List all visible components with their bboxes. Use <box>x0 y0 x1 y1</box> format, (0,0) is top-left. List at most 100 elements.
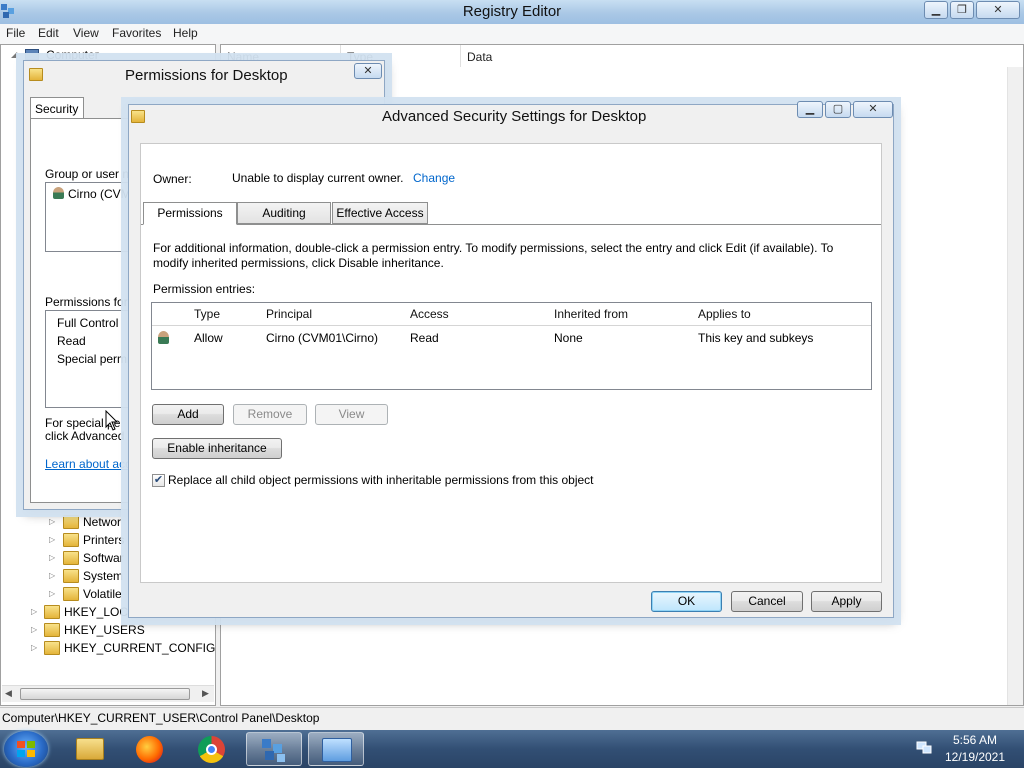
replace-child-permissions-label[interactable]: Replace all child object permissions wit… <box>168 473 594 487</box>
taskbar-chrome[interactable] <box>184 732 240 766</box>
close-icon: ✕ <box>868 103 878 115</box>
minimize-icon: ▁ <box>931 4 941 16</box>
menu-favorites[interactable]: Favorites <box>112 26 161 40</box>
expand-icon[interactable]: ▷ <box>31 643 39 653</box>
perm-read: Read <box>57 334 86 348</box>
taskbar-explorer[interactable] <box>62 732 118 766</box>
column-inherited-from[interactable]: Inherited from <box>554 307 628 321</box>
tab-permissions[interactable]: Permissions <box>143 202 237 225</box>
minimize-icon: ▁ <box>805 103 815 115</box>
tree-item-label: HKEY_LOC <box>64 605 129 619</box>
menu-help[interactable]: Help <box>173 26 198 40</box>
owner-change-link[interactable]: Change <box>413 171 455 185</box>
replace-child-permissions-checkbox[interactable]: ✔ <box>152 474 165 487</box>
taskbar-regedit[interactable] <box>246 732 302 766</box>
owner-label: Owner: <box>153 172 192 186</box>
tab-divider <box>141 224 881 225</box>
firefox-icon <box>136 736 163 763</box>
scroll-thumb[interactable] <box>20 688 190 700</box>
tab-security[interactable]: Security <box>30 97 84 119</box>
scroll-right-icon[interactable]: ▶ <box>202 688 209 699</box>
advanced-security-content: Owner: Unable to display current owner. … <box>140 143 882 583</box>
tree-item-hkcc[interactable]: ▷ HKEY_CURRENT_CONFIG <box>1 640 215 658</box>
expand-icon[interactable]: ▷ <box>49 571 57 581</box>
entry-principal: Cirno (CVM01\Cirno) <box>266 331 379 345</box>
network-icon[interactable] <box>916 741 932 755</box>
registry-editor-titlebar[interactable]: Registry Editor ▁ ❐ ✕ <box>0 0 1024 24</box>
folder-icon <box>44 605 60 619</box>
adv-maximize-button[interactable]: ▢ <box>825 101 851 118</box>
taskbar <box>0 730 1024 768</box>
column-applies-to[interactable]: Applies to <box>698 307 751 321</box>
add-button[interactable]: Add <box>152 404 224 425</box>
entry-access: Read <box>410 331 439 345</box>
adv-minimize-button[interactable]: ▁ <box>797 101 823 118</box>
restore-button[interactable]: ❐ <box>950 1 974 19</box>
tree-item-label: Softwar <box>83 551 124 565</box>
clock-date[interactable]: 12/19/2021 <box>940 750 1010 764</box>
user-icon <box>53 187 64 199</box>
apply-button[interactable]: Apply <box>811 591 882 612</box>
computer-icon <box>25 49 39 60</box>
tree-item-label: Printers <box>83 533 125 547</box>
tree-item-label: HKEY_CURRENT_CONFIG <box>64 641 216 655</box>
permissions-close-button[interactable]: ✕ <box>354 63 382 79</box>
start-button[interactable] <box>4 731 48 767</box>
tree-horizontal-scrollbar[interactable]: ◀ ▶ <box>2 685 214 702</box>
folder-icon <box>131 110 145 123</box>
expand-icon[interactable]: ▷ <box>49 535 57 545</box>
tab-auditing[interactable]: Auditing <box>237 202 331 224</box>
user-name[interactable]: Cirno (CVM <box>68 187 131 201</box>
tree-item-label: Networ <box>83 515 122 529</box>
expand-icon[interactable]: ▷ <box>31 625 39 635</box>
tree-item-label: HKEY_USERS <box>64 623 145 637</box>
permission-entries-table[interactable]: Type Principal Access Inherited from App… <box>151 302 872 390</box>
menu-bar: File Edit View Favorites Help <box>0 24 1024 44</box>
menu-edit[interactable]: Edit <box>38 26 59 40</box>
enable-inheritance-button[interactable]: Enable inheritance <box>152 438 282 459</box>
windows-logo-icon <box>17 741 35 757</box>
tab-effective-access[interactable]: Effective Access <box>332 202 428 224</box>
menu-view[interactable]: View <box>73 26 99 40</box>
clock-time[interactable]: 5:56 AM <box>940 733 1010 747</box>
ok-button[interactable]: OK <box>651 591 722 612</box>
close-icon: ✕ <box>363 65 373 77</box>
table-row[interactable]: Allow Cirno (CVM01\Cirno) Read None This… <box>152 327 871 347</box>
perm-special: Special permi <box>57 352 130 366</box>
expand-icon[interactable]: ▷ <box>49 517 57 527</box>
explorer-icon <box>76 738 104 760</box>
owner-value: Unable to display current owner. <box>232 171 404 185</box>
column-data[interactable]: Data <box>461 45 1021 67</box>
menu-file[interactable]: File <box>6 26 25 40</box>
permissions-dialog-title: Permissions for Desktop <box>125 67 288 84</box>
learn-about-link[interactable]: Learn about acc <box>45 457 131 471</box>
expand-icon[interactable]: ▷ <box>49 589 57 599</box>
header-divider <box>152 325 871 326</box>
expand-icon[interactable]: ▷ <box>49 553 57 563</box>
values-vertical-scrollbar[interactable] <box>1007 67 1023 705</box>
permissions-for-label: Permissions for C <box>45 295 140 309</box>
scroll-left-icon[interactable]: ◀ <box>5 688 12 699</box>
cancel-button[interactable]: Cancel <box>731 591 803 612</box>
remove-button[interactable]: Remove <box>233 404 307 425</box>
user-icon <box>158 331 169 344</box>
tree-item-hku[interactable]: ▷ HKEY_USERS <box>1 622 215 640</box>
advanced-security-title: Advanced Security Settings for Desktop <box>382 108 647 125</box>
permission-entries-label: Permission entries: <box>153 282 256 296</box>
folder-icon <box>63 533 79 547</box>
taskbar-control-panel[interactable] <box>308 732 364 766</box>
column-access[interactable]: Access <box>410 307 449 321</box>
view-button[interactable]: View <box>315 404 388 425</box>
column-type[interactable]: Type <box>194 307 220 321</box>
column-principal[interactable]: Principal <box>266 307 312 321</box>
taskbar-firefox[interactable] <box>122 732 178 766</box>
entry-inherited-from: None <box>554 331 583 345</box>
registry-editor-title: Registry Editor <box>462 3 562 20</box>
adv-close-button[interactable]: ✕ <box>853 101 893 118</box>
collapse-icon[interactable]: ◢ <box>11 50 19 60</box>
info-text-line-1: For additional information, double-click… <box>153 241 834 255</box>
minimize-button[interactable]: ▁ <box>924 1 948 19</box>
expand-icon[interactable]: ▷ <box>31 607 39 617</box>
tree-item-label: Volatile <box>83 587 122 601</box>
close-button[interactable]: ✕ <box>976 1 1020 19</box>
